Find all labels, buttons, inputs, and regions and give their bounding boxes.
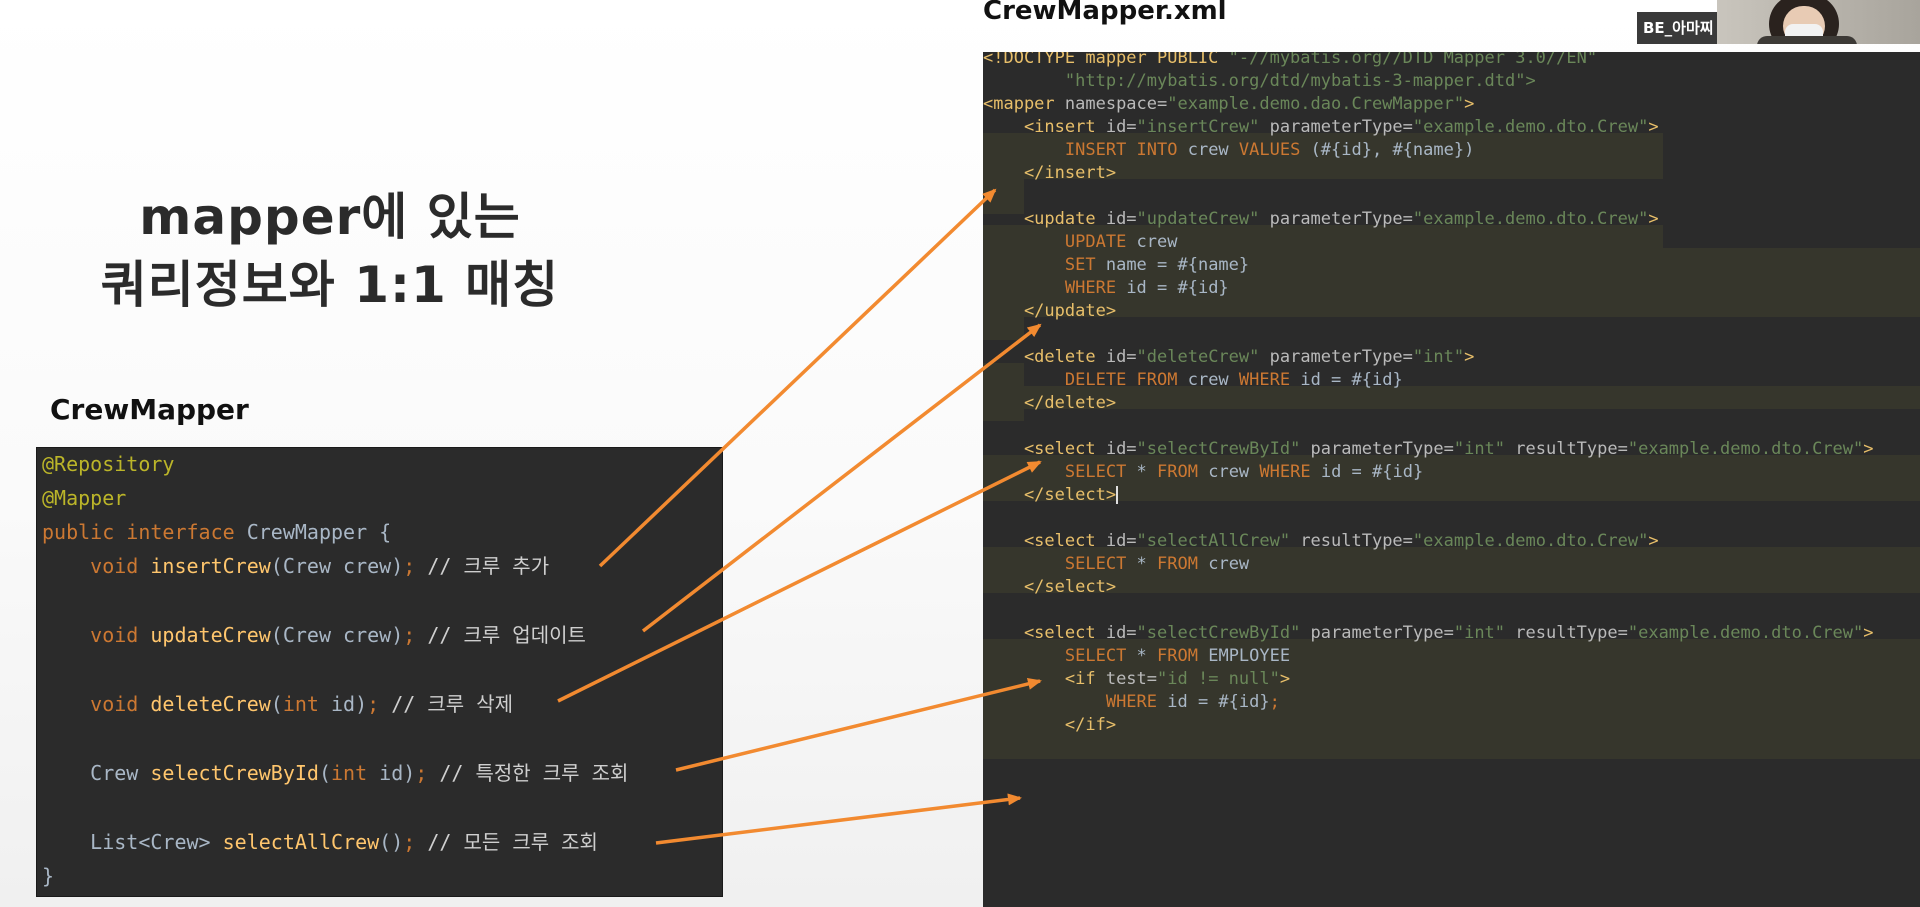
arrow-select-all (655, 793, 1022, 845)
mapping-arrows (557, 188, 1042, 845)
arrow-insert (598, 188, 997, 568)
arrow-delete (557, 460, 1042, 703)
arrow-select-by-id (675, 678, 1042, 772)
arrow-update (641, 323, 1042, 633)
